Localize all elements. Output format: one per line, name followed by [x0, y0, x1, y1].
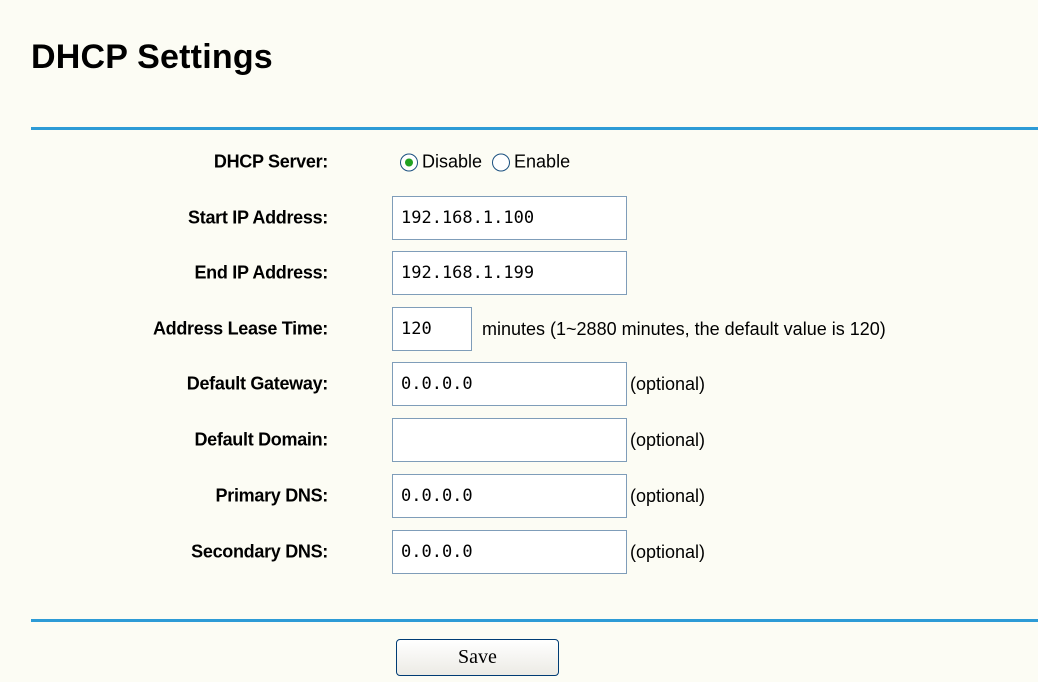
primary-dns-label: Primary DNS:: [215, 485, 329, 506]
start-ip-label: Start IP Address:: [188, 207, 328, 228]
default-domain-row: Default Domain: (optional): [0, 418, 1038, 462]
primary-dns-optional-hint: (optional): [630, 485, 706, 506]
default-gateway-input[interactable]: [392, 362, 627, 406]
end-ip-label: End IP Address:: [194, 262, 328, 283]
start-ip-input[interactable]: [392, 196, 627, 240]
lease-time-field: minutes (1~2880 minutes, the default val…: [392, 307, 886, 351]
disable-radio-label[interactable]: Disable: [422, 152, 482, 173]
secondary-dns-optional-hint: (optional): [630, 541, 706, 562]
secondary-dns-row: Secondary DNS: (optional): [0, 530, 1038, 574]
end-ip-row: End IP Address:: [0, 251, 1038, 295]
default-domain-input[interactable]: [392, 418, 627, 462]
top-divider: [31, 127, 1038, 130]
end-ip-input[interactable]: [392, 251, 627, 295]
default-gateway-label: Default Gateway:: [186, 373, 329, 394]
default-gateway-field: (optional): [392, 362, 705, 406]
default-domain-field: (optional): [392, 418, 705, 462]
lease-time-hint: minutes (1~2880 minutes, the default val…: [482, 318, 886, 339]
dhcp-server-radio-group: Disable Enable: [392, 152, 574, 173]
end-ip-field: [392, 251, 627, 295]
primary-dns-field: (optional): [392, 474, 705, 518]
secondary-dns-field: (optional): [392, 530, 705, 574]
default-domain-optional-hint: (optional): [630, 429, 706, 450]
page-title: DHCP Settings: [31, 38, 273, 76]
lease-time-input[interactable]: [392, 307, 472, 351]
start-ip-row: Start IP Address:: [0, 196, 1038, 240]
default-gateway-optional-hint: (optional): [630, 373, 706, 394]
bottom-divider: [31, 619, 1038, 622]
primary-dns-input[interactable]: [392, 474, 627, 518]
primary-dns-row: Primary DNS: (optional): [0, 474, 1038, 518]
dhcp-server-row: DHCP Server: Disable Enable: [0, 140, 1038, 184]
enable-radio-label[interactable]: Enable: [514, 152, 570, 173]
secondary-dns-label: Secondary DNS:: [191, 541, 328, 562]
default-gateway-row: Default Gateway: (optional): [0, 362, 1038, 406]
disable-radio[interactable]: [400, 153, 418, 171]
secondary-dns-input[interactable]: [392, 530, 627, 574]
start-ip-field: [392, 196, 627, 240]
default-domain-label: Default Domain:: [194, 429, 328, 450]
save-button[interactable]: Save: [396, 639, 559, 676]
lease-time-label: Address Lease Time:: [152, 318, 328, 339]
enable-radio[interactable]: [492, 153, 511, 171]
radio-selected-dot: [405, 158, 413, 166]
lease-time-row: Address Lease Time: minutes (1~2880 minu…: [0, 307, 1038, 351]
dhcp-server-label: DHCP Server:: [213, 151, 328, 172]
